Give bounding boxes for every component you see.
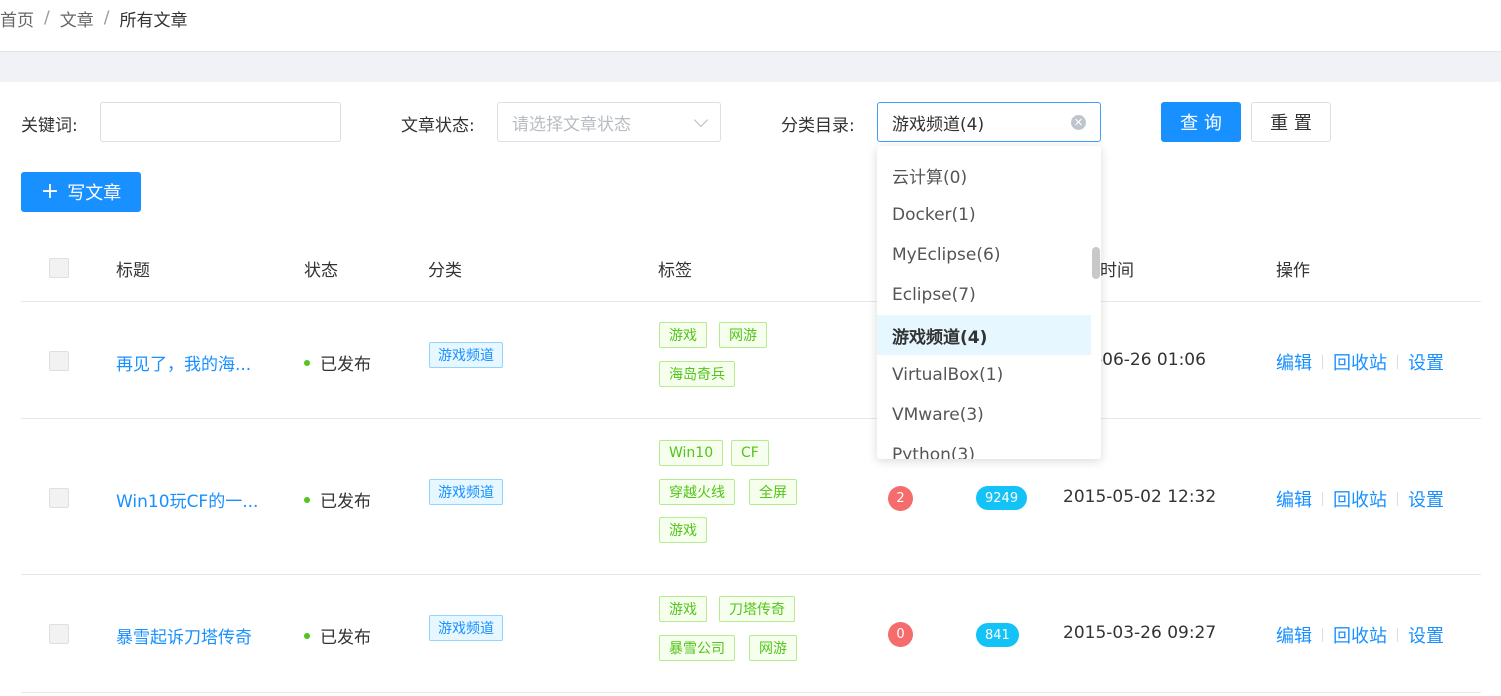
dropdown-option[interactable]: MyEclipse(6) [877, 235, 1091, 275]
chevron-down-icon [693, 112, 709, 128]
action-divider [1397, 628, 1398, 642]
settings-link[interactable]: 设置 [1408, 622, 1444, 648]
row-checkbox[interactable] [49, 488, 69, 508]
section-divider [0, 51, 1501, 82]
edit-link[interactable]: 编辑 [1276, 622, 1312, 648]
breadcrumb: 首页 / 文章 / 所有文章 [0, 6, 188, 31]
category-select-value: 游戏频道(4) [892, 114, 985, 135]
column-header-title: 标题 [116, 261, 150, 281]
row-actions: 编辑 回收站 设置 [1276, 349, 1444, 375]
dropdown-option[interactable]: VMware(3) [877, 395, 1091, 435]
recycle-link[interactable]: 回收站 [1333, 349, 1387, 375]
tag: 暴雪公司 [659, 635, 735, 661]
action-divider [1322, 492, 1323, 506]
publish-time: -06-26 01:06 [1096, 350, 1206, 370]
tag: 网游 [749, 635, 797, 661]
select-all-checkbox[interactable] [49, 258, 69, 278]
status-published: 已发布 [304, 623, 371, 648]
category-select[interactable]: 游戏频道(4) ✕ [877, 102, 1101, 142]
column-header-time: 时间 [1100, 261, 1134, 281]
article-title-link[interactable]: Win10玩CF的一... [116, 487, 258, 512]
view-count-badge: 841 [976, 623, 1019, 647]
column-header-actions: 操作 [1276, 261, 1310, 281]
status-published: 已发布 [304, 350, 371, 375]
recycle-link[interactable]: 回收站 [1333, 486, 1387, 512]
row-divider [21, 574, 1481, 575]
keyword-input[interactable] [100, 102, 341, 142]
status-published: 已发布 [304, 487, 371, 512]
write-article-label: 写文章 [67, 183, 122, 204]
breadcrumb-separator: / [103, 8, 110, 28]
scrollbar-thumb[interactable] [1092, 247, 1100, 279]
tag: 刀塔传奇 [719, 596, 795, 622]
row-divider [21, 418, 1481, 419]
breadcrumb-home[interactable]: 首页 [0, 6, 34, 31]
status-label: 文章状态: [401, 116, 475, 136]
action-divider [1322, 355, 1323, 369]
publish-time: 2015-03-26 09:27 [1063, 623, 1217, 643]
status-text: 已发布 [320, 628, 371, 648]
keyword-label: 关键词: [21, 116, 78, 136]
dropdown-option[interactable]: VirtualBox(1) [877, 355, 1091, 395]
settings-link[interactable]: 设置 [1408, 486, 1444, 512]
tag: Win10 [659, 440, 724, 466]
row-actions: 编辑 回收站 设置 [1276, 486, 1444, 512]
edit-link[interactable]: 编辑 [1276, 349, 1312, 375]
row-divider [21, 301, 1481, 302]
publish-time: 2015-05-02 12:32 [1063, 487, 1217, 507]
tag: 穿越火线 [659, 479, 735, 505]
edit-link[interactable]: 编辑 [1276, 486, 1312, 512]
tag: CF [731, 440, 769, 466]
dropdown-option[interactable]: Docker(1) [877, 195, 1091, 235]
tag: 游戏 [659, 322, 707, 348]
status-select-placeholder: 请选择文章状态 [512, 114, 631, 135]
tag: 网游 [719, 322, 767, 348]
recycle-link[interactable]: 回收站 [1333, 622, 1387, 648]
reset-button[interactable]: 重 置 [1251, 102, 1331, 142]
dropdown-option[interactable]: 云计算(0) [877, 155, 1091, 195]
tag: 海岛奇兵 [659, 361, 735, 387]
tag: 游戏 [659, 596, 707, 622]
settings-link[interactable]: 设置 [1408, 349, 1444, 375]
status-text: 已发布 [320, 492, 371, 512]
row-actions: 编辑 回收站 设置 [1276, 622, 1444, 648]
column-header-status: 状态 [304, 261, 338, 281]
plus-icon: + [40, 179, 60, 204]
category-dropdown: 云计算(0) Docker(1) MyEclipse(6) Eclipse(7)… [877, 146, 1101, 459]
status-dot-icon [304, 359, 310, 366]
category-tag: 游戏频道 [429, 342, 503, 368]
category-label: 分类目录: [781, 116, 855, 136]
status-select[interactable]: 请选择文章状态 [497, 102, 721, 142]
breadcrumb-section[interactable]: 文章 [60, 6, 94, 31]
row-checkbox[interactable] [49, 351, 69, 371]
write-article-button[interactable]: + 写文章 [21, 172, 141, 212]
query-button[interactable]: 查 询 [1161, 102, 1241, 142]
status-dot-icon [304, 632, 310, 639]
action-divider [1397, 355, 1398, 369]
tag: 全屏 [749, 479, 797, 505]
dropdown-scrollbar[interactable] [1091, 146, 1101, 459]
category-tag: 游戏频道 [429, 615, 503, 641]
dropdown-option[interactable]: Eclipse(7) [877, 275, 1091, 315]
comment-count-badge: 2 [888, 486, 913, 511]
status-dot-icon [304, 496, 310, 503]
row-checkbox[interactable] [49, 624, 69, 644]
dropdown-option-selected[interactable]: 游戏频道(4) [877, 315, 1091, 355]
clear-icon[interactable]: ✕ [1071, 115, 1086, 130]
comment-count-badge: 0 [888, 622, 913, 647]
status-text: 已发布 [320, 355, 371, 375]
breadcrumb-separator: / [44, 8, 50, 28]
article-title-link[interactable]: 再见了，我的海... [116, 350, 251, 375]
row-divider [21, 692, 1481, 693]
category-tag: 游戏频道 [429, 479, 503, 505]
tag: 游戏 [659, 517, 707, 543]
view-count-badge: 9249 [976, 486, 1028, 510]
action-divider [1322, 628, 1323, 642]
dropdown-option[interactable]: Python(3) [877, 435, 1091, 459]
breadcrumb-current: 所有文章 [119, 10, 188, 31]
column-header-tags: 标签 [658, 261, 692, 281]
column-header-category: 分类 [428, 261, 462, 281]
action-divider [1397, 492, 1398, 506]
article-title-link[interactable]: 暴雪起诉刀塔传奇 [116, 623, 252, 648]
